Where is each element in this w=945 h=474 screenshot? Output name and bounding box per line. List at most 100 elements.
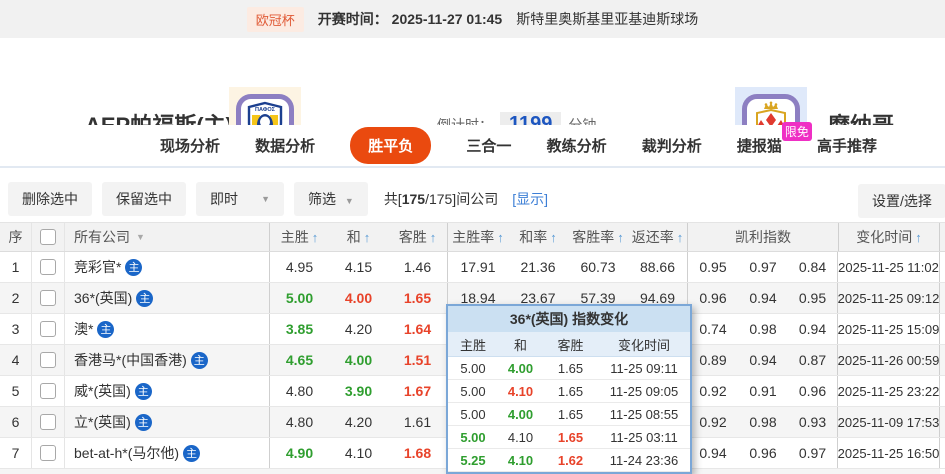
kickoff-label: 开赛时间：: [317, 11, 388, 27]
popup-home-odds: 5.00: [460, 360, 486, 376]
kelly-header: 凯利指数: [735, 229, 791, 245]
row-checkbox[interactable]: [40, 290, 56, 306]
row-number: 3: [0, 314, 32, 344]
away-odds-header[interactable]: 客胜 ↑: [388, 223, 448, 251]
popup-away-odds: 1.62: [557, 452, 584, 468]
sort-asc-icon: ↑: [676, 229, 684, 245]
select-all-checkbox[interactable]: [40, 229, 56, 245]
draw-rate-header[interactable]: 和率 ↑: [508, 223, 568, 251]
company-header[interactable]: 所有公司 ▼: [65, 223, 270, 251]
company-cell: 36*(英国) 主: [65, 283, 270, 313]
change-time-header[interactable]: 变化时间 ↑: [838, 223, 940, 251]
popup-away-header: 客胜: [557, 337, 584, 353]
company-name[interactable]: 澳*: [74, 319, 93, 339]
popup-body: 5.00 4.00 1.65 11-25 09:11 5.00 4.10 1.65 11-25…: [448, 357, 690, 472]
sort-asc-icon: ↑: [429, 229, 437, 245]
primary-company-icon[interactable]: 主: [97, 320, 115, 338]
row-checkbox-cell: [32, 345, 65, 375]
popup-time-header: 变化时间: [617, 337, 670, 353]
tab-4[interactable]: 三合一: [466, 135, 511, 156]
show-link[interactable]: [显示]: [512, 189, 548, 209]
count-rest: /175]间公司: [425, 191, 499, 207]
row-checkbox[interactable]: [40, 445, 56, 461]
sort-asc-icon: ↑: [915, 229, 922, 245]
company-name[interactable]: 竞彩官*: [74, 257, 121, 277]
popup-change-time: 11-25 03:11: [610, 429, 678, 445]
row-checkbox[interactable]: [40, 352, 56, 368]
draw-odds: 3.90: [344, 383, 373, 399]
delete-selected-button[interactable]: 删除选中: [8, 182, 92, 216]
return-rate-header[interactable]: 返还率 ↑: [628, 223, 688, 251]
row-number: 5: [0, 376, 32, 406]
sort-asc-icon: ↑: [497, 229, 504, 245]
row-checkbox[interactable]: [40, 383, 56, 399]
time-mode-dropdown[interactable]: 即时 ▼: [196, 182, 284, 216]
row-checkbox[interactable]: [40, 259, 56, 275]
row-checkbox[interactable]: [40, 414, 56, 430]
tab-8[interactable]: 高手推荐: [817, 135, 877, 156]
primary-company-icon[interactable]: 主: [134, 382, 152, 400]
kelly-1: 0.74: [699, 321, 727, 337]
settings-button[interactable]: 设置/选择: [858, 184, 945, 218]
popup-home-odds: 5.00: [460, 406, 486, 422]
home-odds-header[interactable]: 主胜 ↑: [270, 223, 329, 251]
popup-row-2: 5.00 4.10 1.65 11-25 09:05: [448, 380, 690, 403]
odds-change-popup: 36*(英国) 指数变化 主胜 和 客胜 变化时间 5.00 4.00 1.65 11…: [446, 304, 692, 474]
tab-3[interactable]: 胜平负: [350, 127, 432, 164]
away-odds: 1.67: [388, 376, 448, 406]
draw-odds-header[interactable]: 和 ↑: [329, 223, 388, 251]
count-prefix: 共[: [383, 191, 402, 207]
home-odds: 3.85: [285, 321, 314, 337]
tab-2[interactable]: 数据分析: [255, 135, 315, 156]
tab-7[interactable]: 捷报猫 限免: [737, 122, 812, 156]
row-checkbox-cell: [32, 314, 65, 344]
row-number: 4: [0, 345, 32, 375]
kelly-2: 0.98: [749, 414, 777, 430]
tab-5[interactable]: 教练分析: [547, 135, 607, 156]
away-odds: 1.64: [388, 314, 448, 344]
popup-change-time: 11-24 23:36: [609, 452, 679, 468]
odds-comparison-page: 欧冠杯 开赛时间： 2025-11-27 01:45 斯特里奥斯基里亚基迪斯球场…: [0, 0, 945, 474]
count-shown: 175: [401, 191, 426, 207]
company-cell: 香港马*(中国香港) 主: [65, 345, 270, 375]
company-name[interactable]: bet-at-h*(马尔他): [74, 443, 179, 463]
popup-away-odds: 1.65: [557, 383, 584, 399]
keep-selected-button[interactable]: 保留选中: [102, 182, 186, 216]
popup-home-odds: 5.00: [460, 383, 486, 399]
kelly-1: 0.94: [699, 445, 727, 461]
popup-away-odds: 1.65: [557, 429, 584, 445]
company-cell: 澳* 主: [65, 314, 270, 344]
limited-free-badge: 限免: [781, 122, 812, 141]
away-odds: 1.51: [388, 345, 448, 375]
tab-1[interactable]: 现场分析: [160, 135, 220, 156]
row-checkbox[interactable]: [40, 321, 56, 337]
odds-row-1[interactable]: 1 竞彩官* 主 4.95 4.15 1.46 17.91 21.36 60.73 88.66 0.…: [0, 252, 945, 283]
tab-6[interactable]: 裁判分析: [642, 135, 702, 156]
kelly-3: 0.84: [788, 252, 838, 282]
home-odds: 4.90: [285, 445, 314, 461]
company-name[interactable]: 香港马*(中国香港): [74, 350, 187, 370]
popup-draw-odds: 4.10: [507, 429, 534, 445]
home-rate-header[interactable]: 主胜率 ↑: [448, 223, 508, 251]
popup-draw-odds: 4.10: [507, 452, 534, 468]
kelly-1: 0.95: [699, 259, 727, 275]
row-number: 2: [0, 283, 32, 313]
away-odds: 1.65: [388, 283, 448, 313]
popup-row-1: 5.00 4.00 1.65 11-25 09:11: [448, 357, 690, 380]
filter-dropdown[interactable]: 筛选 ▼: [294, 182, 368, 216]
company-name[interactable]: 立*(英国): [74, 412, 131, 432]
filter-label: 筛选: [308, 191, 336, 207]
primary-company-icon[interactable]: 主: [183, 444, 201, 462]
primary-company-icon[interactable]: 主: [190, 351, 208, 369]
popup-away-odds: 1.65: [557, 360, 584, 376]
primary-company-icon[interactable]: 主: [134, 413, 152, 431]
popup-draw-header: 和: [513, 337, 527, 353]
company-name[interactable]: 36*(英国): [74, 288, 132, 308]
company-name[interactable]: 威*(英国): [74, 381, 131, 401]
primary-company-icon[interactable]: 主: [125, 258, 143, 276]
primary-company-icon[interactable]: 主: [136, 289, 154, 307]
away-rate-header[interactable]: 客胜率 ↑: [568, 223, 628, 251]
away-rate: 60.73: [580, 259, 616, 275]
chevron-down-icon: ▼: [344, 196, 354, 206]
match-header: AEP帕福斯(主) ΠΑΦΟΣ 倒计时： 1199 分钟: [0, 38, 945, 159]
